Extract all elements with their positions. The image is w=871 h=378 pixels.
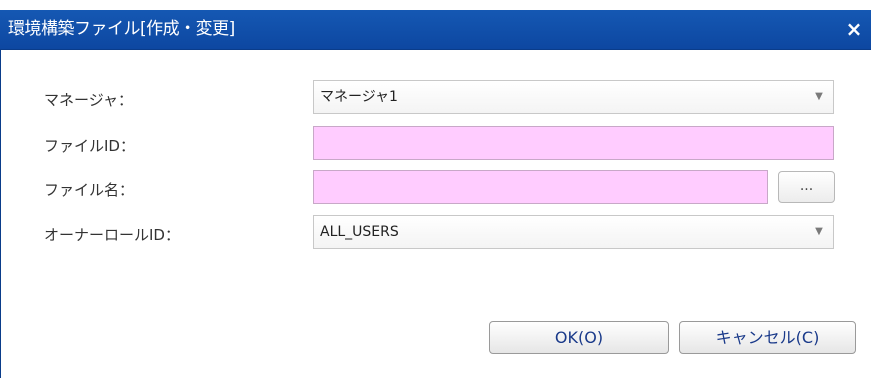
- manager-select-value: マネージャ1: [320, 89, 398, 105]
- chevron-down-icon[interactable]: ▼: [805, 216, 833, 248]
- owner-role-id-select[interactable]: ALL_USERS ▼: [313, 215, 834, 249]
- file-name-input[interactable]: [313, 170, 768, 204]
- close-icon[interactable]: ×: [843, 18, 865, 40]
- file-id-label: ファイルID：: [44, 137, 135, 155]
- manager-label: マネージャ：: [44, 91, 133, 109]
- window-border: [0, 49, 1, 378]
- manager-select[interactable]: マネージャ1 ▼: [313, 80, 834, 114]
- chevron-down-icon[interactable]: ▼: [805, 81, 833, 113]
- dialog-title: 環境構築ファイル[作成・変更]: [8, 19, 235, 39]
- owner-role-id-select-value: ALL_USERS: [320, 224, 399, 240]
- file-name-label: ファイル名：: [44, 181, 135, 199]
- file-id-input[interactable]: [313, 126, 834, 160]
- browse-button[interactable]: ...: [778, 171, 835, 203]
- dialog-window: 環境構築ファイル[作成・変更] × マネージャ： マネージャ1 ▼ ファイルID…: [0, 0, 871, 378]
- ok-button[interactable]: OK(O): [489, 321, 669, 354]
- cancel-button[interactable]: キャンセル(C): [679, 321, 856, 354]
- owner-role-id-label: オーナーロールID：: [44, 226, 180, 244]
